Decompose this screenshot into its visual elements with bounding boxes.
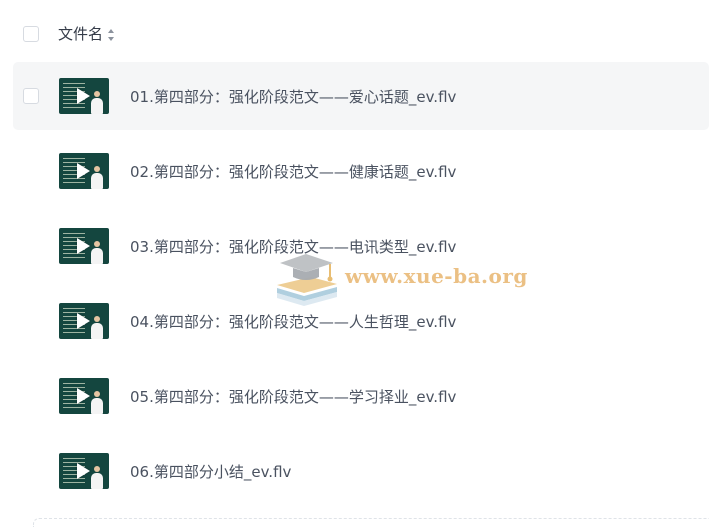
video-thumbnail-icon[interactable] — [59, 453, 109, 489]
video-thumbnail-icon[interactable] — [59, 378, 109, 414]
file-name[interactable]: 03.第四部分：强化阶段范文——电讯类型_ev.flv — [130, 236, 456, 258]
name-column-label: 文件名 — [58, 25, 104, 43]
file-row[interactable]: 05.第四部分：强化阶段范文——学习择业_ev.flv — [0, 362, 709, 437]
name-column-header[interactable]: 文件名 — [58, 23, 115, 45]
file-checkbox[interactable] — [23, 88, 39, 104]
play-icon — [77, 388, 90, 404]
select-all-checkbox[interactable] — [23, 26, 39, 42]
bottom-dashed-divider — [33, 518, 709, 527]
file-row[interactable]: 03.第四部分：强化阶段范文——电讯类型_ev.flv — [0, 212, 709, 287]
video-thumbnail-icon[interactable] — [59, 153, 109, 189]
file-list: 01.第四部分：强化阶段范文——爱心话题_ev.flv 02.第四部分：强化阶段… — [0, 62, 709, 512]
video-thumbnail-icon[interactable] — [59, 228, 109, 264]
file-name[interactable]: 05.第四部分：强化阶段范文——学习择业_ev.flv — [130, 386, 456, 408]
file-name[interactable]: 06.第四部分小结_ev.flv — [130, 461, 291, 483]
file-row[interactable]: 02.第四部分：强化阶段范文——健康话题_ev.flv — [0, 137, 709, 212]
file-row[interactable]: 04.第四部分：强化阶段范文——人生哲理_ev.flv — [0, 287, 709, 362]
play-icon — [77, 163, 90, 179]
play-icon — [77, 313, 90, 329]
file-row[interactable]: 01.第四部分：强化阶段范文——爱心话题_ev.flv — [0, 62, 709, 137]
play-icon — [77, 238, 90, 254]
video-thumbnail-icon[interactable] — [59, 303, 109, 339]
file-row[interactable]: 06.第四部分小结_ev.flv — [0, 437, 709, 512]
file-name[interactable]: 04.第四部分：强化阶段范文——人生哲理_ev.flv — [130, 311, 456, 333]
sort-updown-icon[interactable] — [107, 28, 115, 42]
file-name[interactable]: 01.第四部分：强化阶段范文——爱心话题_ev.flv — [130, 86, 456, 108]
file-list-header: 文件名 — [0, 0, 709, 68]
play-icon — [77, 463, 90, 479]
file-name[interactable]: 02.第四部分：强化阶段范文——健康话题_ev.flv — [130, 161, 456, 183]
play-icon — [77, 88, 90, 104]
video-thumbnail-icon[interactable] — [59, 78, 109, 114]
